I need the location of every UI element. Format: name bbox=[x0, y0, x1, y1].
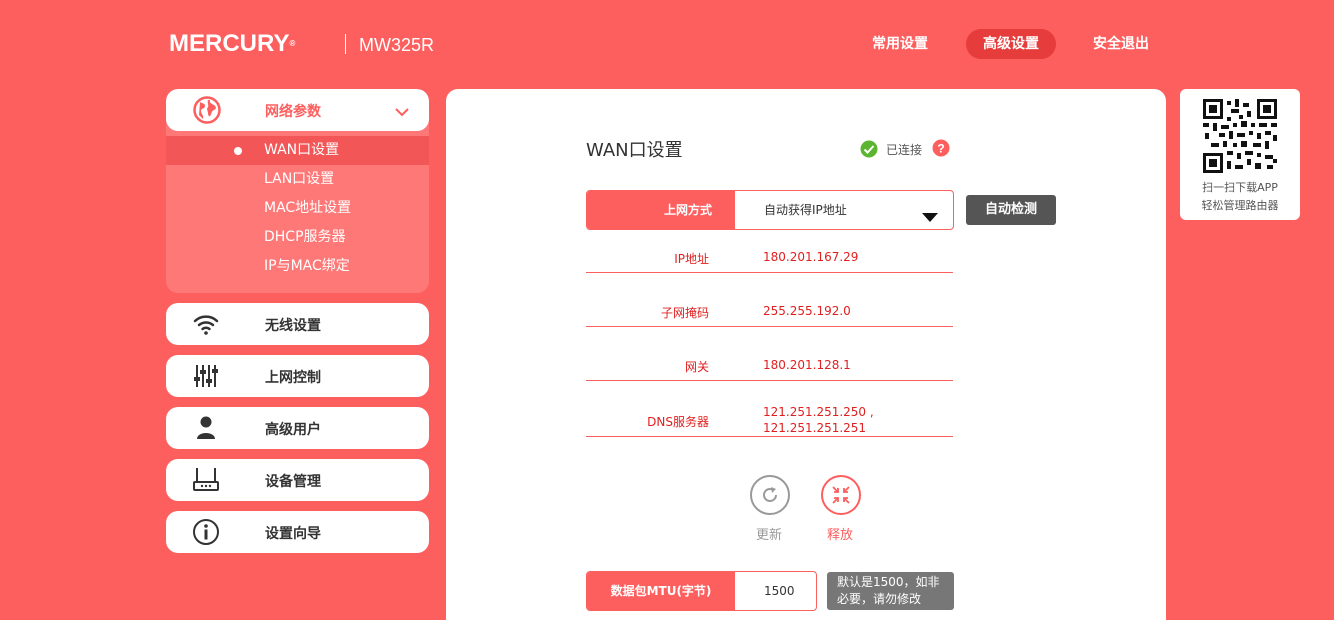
model-name: MW325R bbox=[359, 35, 435, 55]
sidebar-network-group: 网络参数 WAN口设置 LAN口设置 MAC地址设置 DHCP服务器 IP与MA… bbox=[166, 89, 429, 293]
nav-logout[interactable]: 安全退出 bbox=[1083, 29, 1159, 59]
caret-down-icon bbox=[922, 207, 938, 226]
mtu-input[interactable]: 1500 bbox=[764, 572, 795, 610]
active-dot-icon bbox=[234, 147, 242, 155]
info-value: 180.201.167.29 bbox=[763, 250, 859, 264]
qr-download-card: 扫一扫下载APP 轻松管理路由器 bbox=[1180, 89, 1300, 220]
sidebar-item-network[interactable]: 网络参数 bbox=[166, 89, 429, 131]
info-row-subnet: 子网掩码 255.255.192.0 bbox=[586, 297, 953, 327]
sidebar-item-label: 设备管理 bbox=[265, 474, 321, 490]
info-row-ip: IP地址 180.201.167.29 bbox=[586, 243, 953, 273]
router-icon bbox=[192, 466, 220, 494]
sidebar-subitem-label: LAN口设置 bbox=[264, 171, 335, 187]
sidebar-item-access-control[interactable]: 上网控制 bbox=[166, 355, 429, 397]
sidebar-item-label: 网络参数 bbox=[265, 104, 321, 120]
sidebar-item-label: 上网控制 bbox=[265, 370, 321, 386]
qr-caption-line1: 扫一扫下载APP bbox=[1202, 181, 1278, 194]
help-icon[interactable]: ? bbox=[932, 139, 950, 161]
info-row-dns: DNS服务器 121.251.251.250 , 121.251.251.251 bbox=[586, 399, 953, 437]
refresh-icon bbox=[760, 485, 780, 509]
logo-divider bbox=[345, 34, 346, 54]
sidebar-subitem-label: IP与MAC绑定 bbox=[264, 258, 350, 274]
sliders-icon bbox=[192, 362, 220, 390]
main-panel: WAN口设置 已连接 ? 上网方式 自动获得IP地址 自动检测 IP地址 180… bbox=[446, 89, 1166, 620]
info-value: 255.255.192.0 bbox=[763, 304, 851, 318]
brand-logo: MERCURY® bbox=[169, 30, 296, 57]
connection-status: 已连接 bbox=[886, 143, 923, 157]
sidebar-subitem-ip-mac-bind[interactable]: IP与MAC绑定 bbox=[166, 252, 429, 281]
info-value: 121.251.251.250 , bbox=[763, 405, 874, 419]
sidebar-item-label: 高级用户 bbox=[265, 422, 321, 438]
sidebar-item-setup-wizard[interactable]: 设置向导 bbox=[166, 511, 429, 553]
sidebar-subitem-dhcp[interactable]: DHCP服务器 bbox=[166, 223, 429, 252]
registered-mark: ® bbox=[289, 39, 296, 48]
wan-type-select[interactable]: 上网方式 自动获得IP地址 bbox=[586, 190, 954, 230]
sidebar-subitem-lan[interactable]: LAN口设置 bbox=[166, 165, 429, 194]
info-row-gateway: 网关 180.201.128.1 bbox=[586, 351, 953, 381]
sidebar-subitem-label: MAC地址设置 bbox=[264, 200, 352, 216]
info-key: IP地址 bbox=[674, 252, 709, 266]
page-title: WAN口设置 bbox=[586, 140, 683, 161]
info-key: 子网掩码 bbox=[660, 306, 709, 320]
mtu-field[interactable]: 数据包MTU(字节) 1500 bbox=[586, 571, 817, 611]
qr-code-icon bbox=[1203, 99, 1277, 173]
chevron-down-icon bbox=[394, 103, 410, 122]
user-icon bbox=[192, 414, 220, 442]
info-key: DNS服务器 bbox=[647, 415, 709, 429]
sidebar-item-label: 无线设置 bbox=[265, 318, 321, 334]
sidebar-subitem-label: DHCP服务器 bbox=[264, 229, 346, 245]
sidebar-item-advanced-user[interactable]: 高级用户 bbox=[166, 407, 429, 449]
qr-caption-line2: 轻松管理路由器 bbox=[1201, 199, 1279, 212]
mtu-tooltip: 默认是1500，如非必要，请勿修改 bbox=[827, 572, 954, 610]
sidebar-subitem-label: WAN口设置 bbox=[264, 142, 340, 158]
renew-label: 更新 bbox=[756, 528, 783, 543]
info-icon bbox=[192, 518, 220, 546]
info-key: 网关 bbox=[684, 360, 709, 374]
auto-detect-button[interactable]: 自动检测 bbox=[966, 195, 1056, 225]
nav-basic-settings[interactable]: 常用设置 bbox=[862, 29, 938, 59]
sidebar-item-device-management[interactable]: 设备管理 bbox=[166, 459, 429, 501]
sidebar-item-wireless[interactable]: 无线设置 bbox=[166, 303, 429, 345]
renew-button[interactable] bbox=[750, 475, 790, 515]
info-value: 180.201.128.1 bbox=[763, 358, 851, 372]
mtu-label: 数据包MTU(字节) bbox=[587, 572, 735, 610]
globe-icon bbox=[193, 96, 221, 128]
wan-type-value: 自动获得IP地址 bbox=[764, 203, 847, 217]
check-circle-icon bbox=[860, 140, 878, 162]
nav-advanced-settings[interactable]: 高级设置 bbox=[966, 29, 1056, 59]
release-label: 释放 bbox=[827, 528, 854, 543]
wan-type-label: 上网方式 bbox=[587, 191, 735, 229]
sidebar-subitem-mac[interactable]: MAC地址设置 bbox=[166, 194, 429, 223]
compress-icon bbox=[831, 485, 851, 509]
wifi-icon bbox=[192, 310, 220, 338]
svg-text:?: ? bbox=[937, 142, 944, 156]
sidebar-subitem-wan[interactable]: WAN口设置 bbox=[166, 136, 429, 165]
info-value-secondary: 121.251.251.251 bbox=[763, 421, 867, 435]
sidebar-item-label: 设置向导 bbox=[265, 526, 321, 542]
release-button[interactable] bbox=[821, 475, 861, 515]
